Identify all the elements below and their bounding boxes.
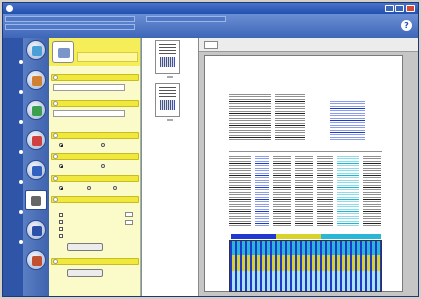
section-2-icon (53, 101, 58, 106)
print-option-input-b[interactable] (125, 220, 133, 225)
tool-1-icon (32, 46, 42, 56)
section-header-3 (51, 132, 139, 139)
radio-group1-option2[interactable] (101, 143, 105, 147)
radio-group3-option1[interactable] (59, 186, 63, 190)
section-1-icon (53, 75, 58, 80)
thumbnail-1-caption (142, 75, 198, 81)
table-col-4 (295, 156, 313, 228)
tool-button-7[interactable] (26, 220, 46, 240)
section-header-6 (51, 196, 139, 203)
application-window: ? (2, 2, 419, 297)
tool-button-1[interactable] (26, 40, 46, 60)
radio-group3-option3[interactable] (113, 186, 117, 190)
radio-group2-option2[interactable] (101, 164, 105, 168)
tool-strip (23, 38, 49, 296)
thumbnail-1-caption-text (167, 76, 173, 78)
side-rail (3, 38, 23, 296)
table-col-6 (337, 156, 359, 228)
info-block-right (330, 101, 365, 141)
section-4-icon (53, 154, 58, 159)
document-viewer (198, 38, 418, 296)
run-print-button[interactable] (67, 269, 103, 277)
print-settings-button[interactable] (67, 243, 103, 251)
table-col-7 (363, 156, 381, 228)
thumbnail-1-chart (160, 57, 175, 67)
section-3-icon (53, 133, 58, 138)
info-block-left (229, 94, 271, 142)
tool-8-icon (32, 256, 42, 266)
radio-group1-option1[interactable] (59, 143, 63, 147)
tool-4-icon (32, 136, 42, 146)
checkbox-2[interactable] (59, 220, 63, 224)
chart-legend (231, 234, 381, 239)
table-col-1 (229, 156, 251, 228)
checkbox-3[interactable] (59, 227, 63, 231)
section-header-7 (51, 258, 139, 265)
section-header-4 (51, 153, 139, 160)
viewer-toolbar (199, 38, 418, 52)
print-option-input-a[interactable] (125, 212, 133, 217)
thumbnail-list (142, 38, 198, 296)
maximize-button[interactable] (395, 5, 404, 12)
table-header (229, 151, 382, 153)
thumbnail-1-lines (159, 44, 176, 54)
radio-group2-option1[interactable] (59, 164, 63, 168)
printer-icon (52, 41, 74, 63)
app-icon (6, 5, 13, 12)
title-bar (3, 3, 418, 14)
table-col-3 (273, 156, 291, 228)
tool-2-icon (32, 76, 42, 86)
help-icon[interactable]: ? (401, 20, 412, 31)
tool-button-3[interactable] (26, 100, 46, 120)
header-field-1 (5, 16, 135, 22)
settings-panel (49, 38, 141, 296)
section-5-icon (53, 176, 58, 181)
header-field-2 (5, 24, 135, 30)
section-header-5 (51, 175, 139, 182)
tool-button-5[interactable] (26, 160, 46, 180)
zoom-button[interactable] (204, 41, 218, 49)
table-col-2 (255, 156, 269, 228)
tool-button-2[interactable] (26, 70, 46, 90)
thumbnail-2-caption-text (167, 119, 173, 121)
radio-group3-option2[interactable] (87, 186, 91, 190)
thumbnail-1[interactable] (155, 40, 180, 74)
tool-button-8[interactable] (26, 250, 46, 270)
section-6-icon (53, 197, 58, 202)
section-header-2 (51, 100, 139, 107)
tool-7-icon (32, 226, 42, 236)
thumbnail-2-caption (142, 118, 198, 124)
thumbnail-2-chart (160, 100, 175, 110)
header-bar: ? (3, 14, 418, 38)
tool-5-icon (32, 166, 42, 176)
section-header-1 (51, 74, 139, 81)
header-tab[interactable] (146, 16, 226, 22)
chart-bars (230, 241, 381, 291)
minimize-button[interactable] (385, 5, 394, 12)
tool-6-icon (31, 196, 41, 206)
panel-header (49, 38, 140, 66)
thumbnail-2-lines (159, 87, 176, 97)
checkbox-4[interactable] (59, 234, 63, 238)
table-col-5 (317, 156, 333, 228)
text-field-1[interactable] (53, 84, 125, 91)
checkbox-1[interactable] (59, 213, 63, 217)
info-block-middle (275, 94, 305, 142)
tool-button-6-selected[interactable] (25, 190, 47, 210)
tool-3-icon (32, 106, 42, 116)
document-page (204, 55, 403, 292)
close-button[interactable] (406, 5, 415, 12)
panel-title (77, 52, 138, 62)
tool-button-4[interactable] (26, 130, 46, 150)
document-chart (229, 240, 382, 292)
text-field-2[interactable] (53, 110, 125, 117)
thumbnail-2[interactable] (155, 83, 180, 117)
section-7-icon (53, 259, 58, 264)
